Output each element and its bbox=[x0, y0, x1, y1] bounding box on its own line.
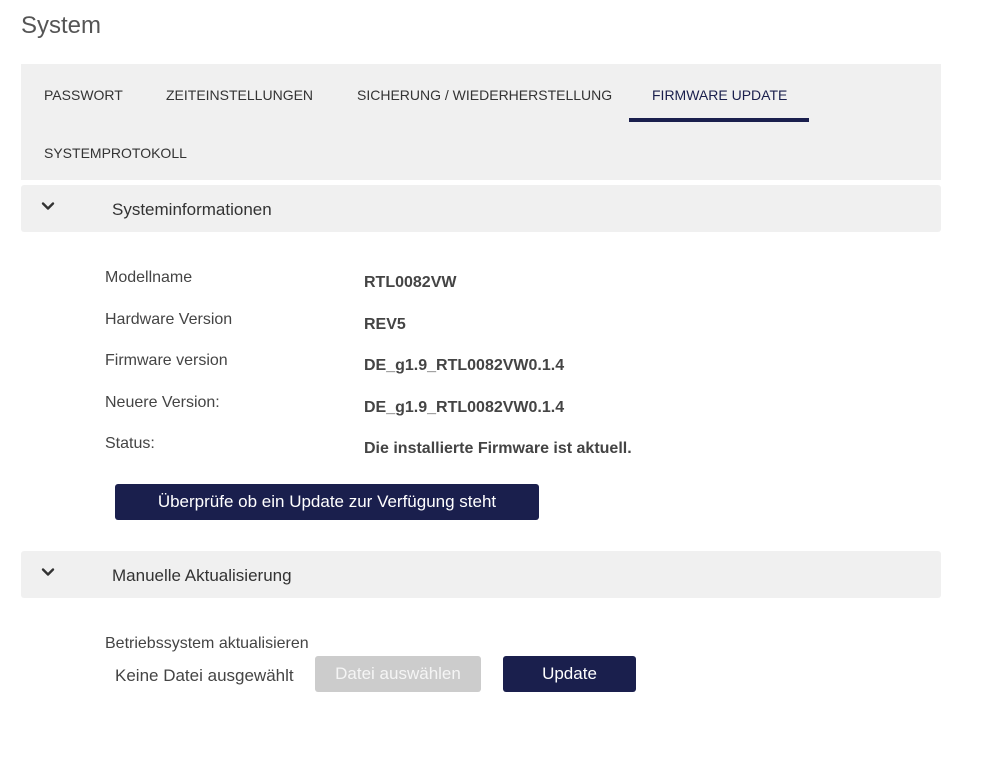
info-label: Firmware version bbox=[105, 352, 228, 369]
info-label: Hardware Version bbox=[105, 311, 233, 328]
info-label: Status: bbox=[105, 435, 155, 452]
file-status-text: Keine Datei ausgewählt bbox=[115, 666, 294, 685]
info-value: RTL0082VW bbox=[364, 274, 457, 291]
status-value: Die installierte Firmware ist aktuell. bbox=[364, 440, 632, 457]
tab-passwort[interactable]: PASSWORT bbox=[21, 64, 146, 122]
info-label: Neuere Version: bbox=[105, 394, 220, 411]
chevron-down-icon bbox=[41, 199, 55, 213]
info-value: DE_g1.9_RTL0082VW0.1.4 bbox=[364, 399, 565, 416]
check-update-button[interactable]: Überprüfe ob ein Update zur Verfügung st… bbox=[115, 484, 539, 520]
info-value: REV5 bbox=[364, 316, 406, 333]
tab-systemprotokoll[interactable]: SYSTEMPROTOKOLL bbox=[21, 122, 210, 180]
tab-zeiteinstellungen[interactable]: ZEITEINSTELLUNGEN bbox=[143, 64, 336, 122]
info-value: DE_g1.9_RTL0082VW0.1.4 bbox=[364, 357, 565, 374]
tab-sicherung-wiederherstellung[interactable]: SICHERUNG / WIEDERHERSTELLUNG bbox=[334, 64, 635, 122]
section-title: Manuelle Aktualisierung bbox=[112, 566, 292, 585]
choose-file-button[interactable]: Datei auswählen bbox=[315, 656, 481, 692]
update-button[interactable]: Update bbox=[503, 656, 636, 692]
section-title: Systeminformationen bbox=[112, 200, 272, 219]
info-label: Modellname bbox=[105, 269, 193, 286]
firmware-upload-label: Betriebssystem aktualisieren bbox=[105, 635, 309, 652]
section-header-systeminformationen[interactable]: Systeminformationen bbox=[21, 185, 941, 232]
tab-firmware-update[interactable]: FIRMWARE UPDATE bbox=[629, 64, 809, 122]
chevron-down-icon bbox=[41, 565, 55, 579]
section-header-manuelle-aktualisierung[interactable]: Manuelle Aktualisierung bbox=[21, 551, 941, 598]
page-title: System bbox=[21, 12, 102, 39]
tab-bar: PASSWORT ZEITEINSTELLUNGEN SICHERUNG / W… bbox=[21, 64, 941, 180]
